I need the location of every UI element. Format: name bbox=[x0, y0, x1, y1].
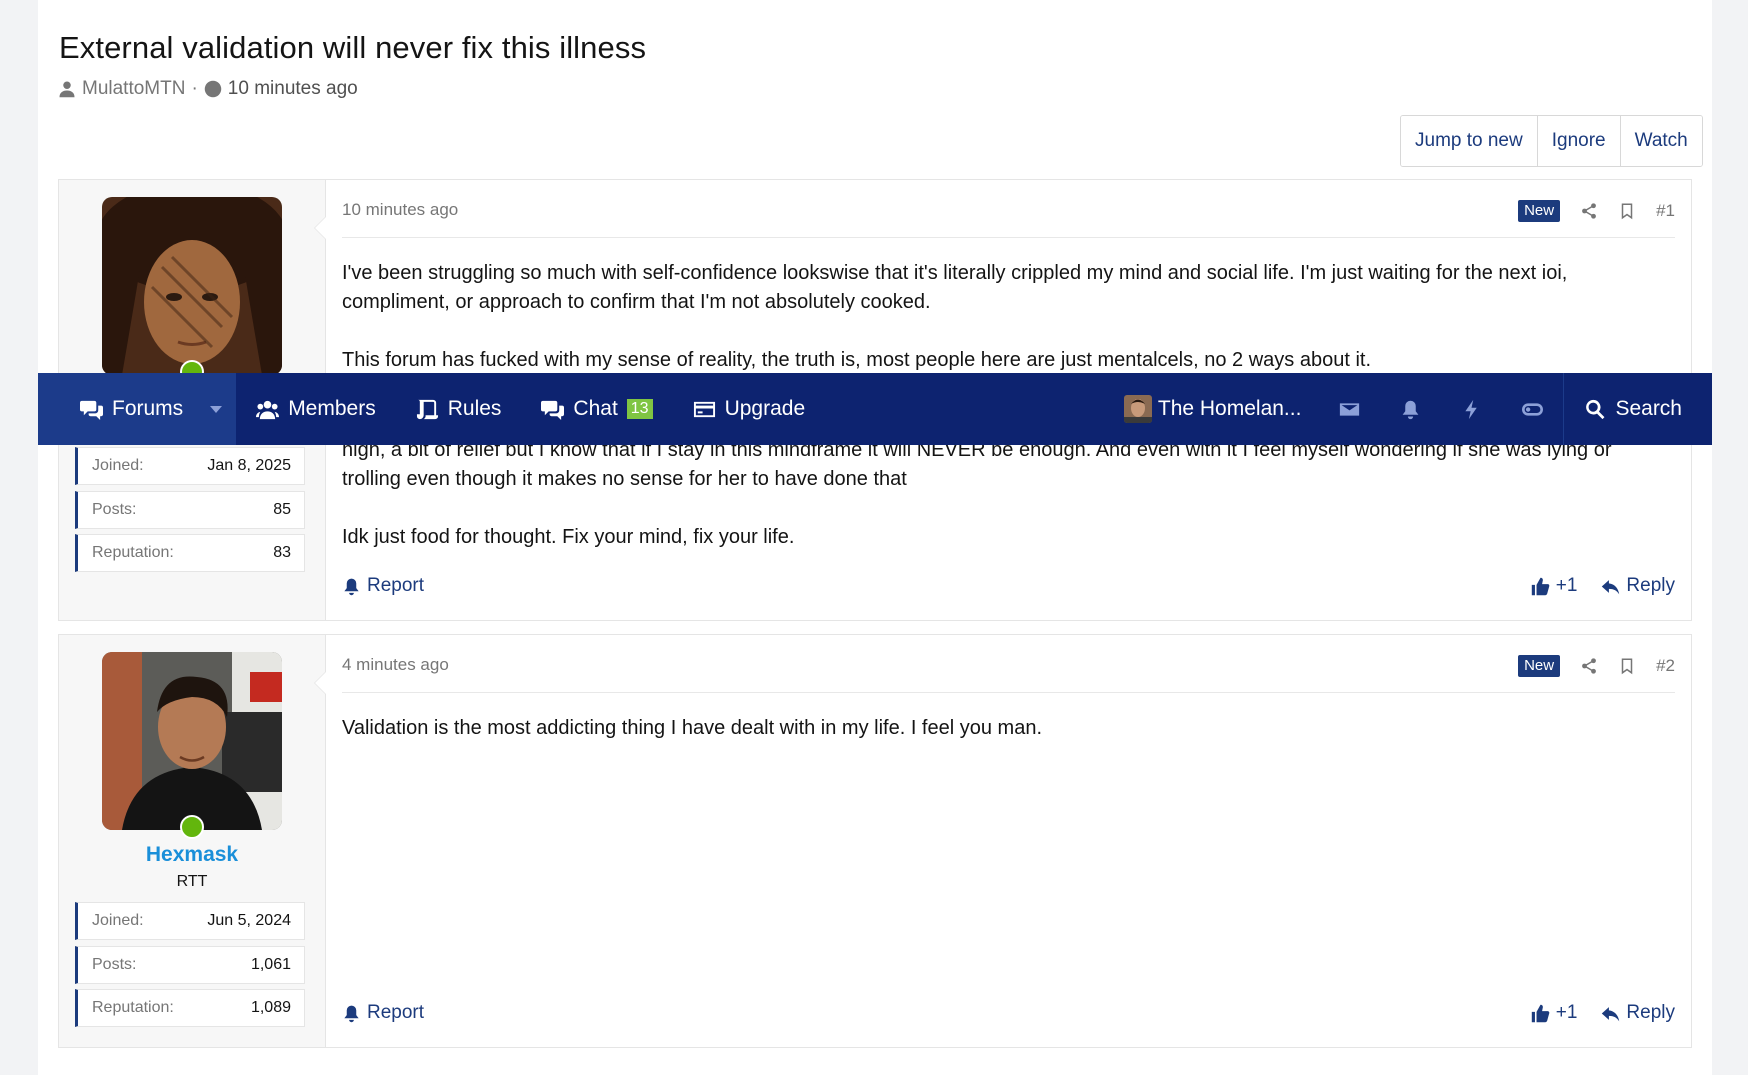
user-stat-posts: Posts: 1,061 bbox=[75, 946, 305, 984]
scroll-icon bbox=[416, 399, 438, 419]
thread-button-group: Jump to new Ignore Watch bbox=[1400, 115, 1703, 167]
post-2: Hexmask RTT Joined: Jun 5, 2024 Posts: 1… bbox=[58, 634, 1692, 1048]
user-title: RTT bbox=[176, 873, 208, 890]
bell-icon bbox=[1403, 400, 1419, 419]
post-time[interactable]: 10 minutes ago bbox=[342, 200, 458, 220]
post-actions: New #1 bbox=[1518, 196, 1675, 226]
toggle-icon bbox=[1522, 402, 1544, 416]
user-stat-joined: Joined: Jan 8, 2025 bbox=[75, 447, 305, 485]
search-icon bbox=[1586, 399, 1605, 420]
avatar[interactable] bbox=[102, 197, 282, 375]
post-user-panel: Hexmask RTT Joined: Jun 5, 2024 Posts: 1… bbox=[59, 635, 326, 1047]
thread-meta: MulattoMTN · 10 minutes ago bbox=[58, 78, 358, 100]
thread-author[interactable]: MulattoMTN bbox=[82, 78, 185, 100]
post-arrow bbox=[314, 216, 326, 240]
bolt-icon bbox=[1465, 399, 1478, 419]
thread-title: External validation will never fix this … bbox=[59, 30, 647, 65]
post-body-continued: high, a bit of relief but I know that if… bbox=[342, 436, 1661, 581]
nav-right: The Homelan... Search bbox=[1114, 373, 1712, 445]
post-separator bbox=[342, 692, 1675, 693]
like-button[interactable]: +1 bbox=[1531, 1002, 1577, 1024]
post-number[interactable]: #1 bbox=[1656, 201, 1675, 221]
chat-count-badge: 13 bbox=[626, 399, 653, 419]
post-main: 4 minutes ago New #2 Validation is the m… bbox=[314, 635, 1691, 1047]
post-body: Validation is the most addicting thing I… bbox=[342, 714, 1661, 772]
chat-icon bbox=[541, 400, 565, 420]
post-arrow bbox=[314, 671, 326, 695]
nav-forums[interactable]: Forums bbox=[38, 373, 237, 445]
thumbs-up-icon bbox=[1531, 577, 1550, 595]
bookmark-icon[interactable] bbox=[1618, 657, 1636, 675]
chevron-down-icon[interactable] bbox=[210, 405, 223, 413]
report-button[interactable]: Report bbox=[342, 1002, 424, 1024]
nav-upgrade[interactable]: Upgrade bbox=[673, 373, 826, 445]
post-time[interactable]: 4 minutes ago bbox=[342, 655, 449, 675]
user-stat-joined: Joined: Jun 5, 2024 bbox=[75, 902, 305, 940]
nav-alerts[interactable] bbox=[1380, 373, 1441, 445]
meta-separator: · bbox=[191, 78, 198, 99]
like-button[interactable]: +1 bbox=[1531, 575, 1577, 597]
reply-button[interactable]: Reply bbox=[1601, 575, 1675, 597]
user-icon bbox=[59, 81, 75, 98]
bell-icon bbox=[344, 1005, 359, 1022]
nav-whats-new[interactable] bbox=[1441, 373, 1502, 445]
post-paragraph: This forum has fucked with my sense of r… bbox=[342, 349, 1371, 371]
post-paragraph: I've been struggling so much with self-c… bbox=[342, 262, 1568, 313]
new-badge: New bbox=[1518, 655, 1561, 677]
new-badge: New bbox=[1518, 200, 1561, 222]
bell-icon bbox=[344, 578, 359, 595]
post-footer-actions: +1 Reply bbox=[1531, 575, 1675, 597]
avatar[interactable] bbox=[102, 652, 282, 830]
credit-card-icon bbox=[693, 401, 715, 417]
post-paragraph: Idk just food for thought. Fix your mind… bbox=[342, 526, 795, 548]
nav-user-account[interactable]: The Homelan... bbox=[1114, 395, 1320, 423]
post-paragraph: Validation is the most addicting thing I… bbox=[342, 717, 1042, 739]
users-icon bbox=[256, 400, 280, 419]
mini-avatar bbox=[1123, 395, 1152, 423]
post-number[interactable]: #2 bbox=[1656, 656, 1675, 676]
sticky-navbar: Forums Members Rules Chat 13 Upgrade The… bbox=[38, 373, 1712, 445]
post-footer-actions: +1 Reply bbox=[1531, 1002, 1675, 1024]
post-footer: Report +1 Reply bbox=[342, 571, 1675, 601]
nav-toggle[interactable] bbox=[1502, 373, 1563, 445]
watch-button[interactable]: Watch bbox=[1620, 116, 1702, 166]
reply-icon bbox=[1602, 579, 1620, 594]
bookmark-icon[interactable] bbox=[1618, 202, 1636, 220]
nav-chat[interactable]: Chat 13 bbox=[521, 373, 672, 445]
report-button[interactable]: Report bbox=[342, 575, 424, 597]
post-separator bbox=[342, 237, 1675, 238]
clock-icon bbox=[204, 80, 222, 98]
comments-icon bbox=[80, 400, 103, 420]
post-footer: Report +1 Reply bbox=[342, 998, 1675, 1028]
thread-time[interactable]: 10 minutes ago bbox=[228, 78, 358, 100]
reply-icon bbox=[1602, 1006, 1620, 1021]
ignore-button[interactable]: Ignore bbox=[1537, 116, 1621, 166]
user-stat-reputation: Reputation: 83 bbox=[75, 534, 305, 572]
share-icon[interactable] bbox=[1580, 202, 1598, 220]
thumbs-up-icon bbox=[1531, 1004, 1550, 1022]
user-stat-posts: Posts: 85 bbox=[75, 491, 305, 529]
nav-members[interactable]: Members bbox=[236, 373, 396, 445]
reply-button[interactable]: Reply bbox=[1601, 1002, 1675, 1024]
nav-search[interactable]: Search bbox=[1563, 373, 1712, 445]
username[interactable]: Hexmask bbox=[59, 843, 325, 867]
nav-rules[interactable]: Rules bbox=[396, 373, 522, 445]
jump-to-new-button[interactable]: Jump to new bbox=[1401, 116, 1538, 166]
user-stat-reputation: Reputation: 1,089 bbox=[75, 989, 305, 1027]
nav-inbox[interactable] bbox=[1319, 373, 1380, 445]
online-status-dot bbox=[180, 815, 204, 839]
share-icon[interactable] bbox=[1580, 657, 1598, 675]
post-actions: New #2 bbox=[1518, 651, 1675, 681]
envelope-icon bbox=[1340, 402, 1360, 416]
